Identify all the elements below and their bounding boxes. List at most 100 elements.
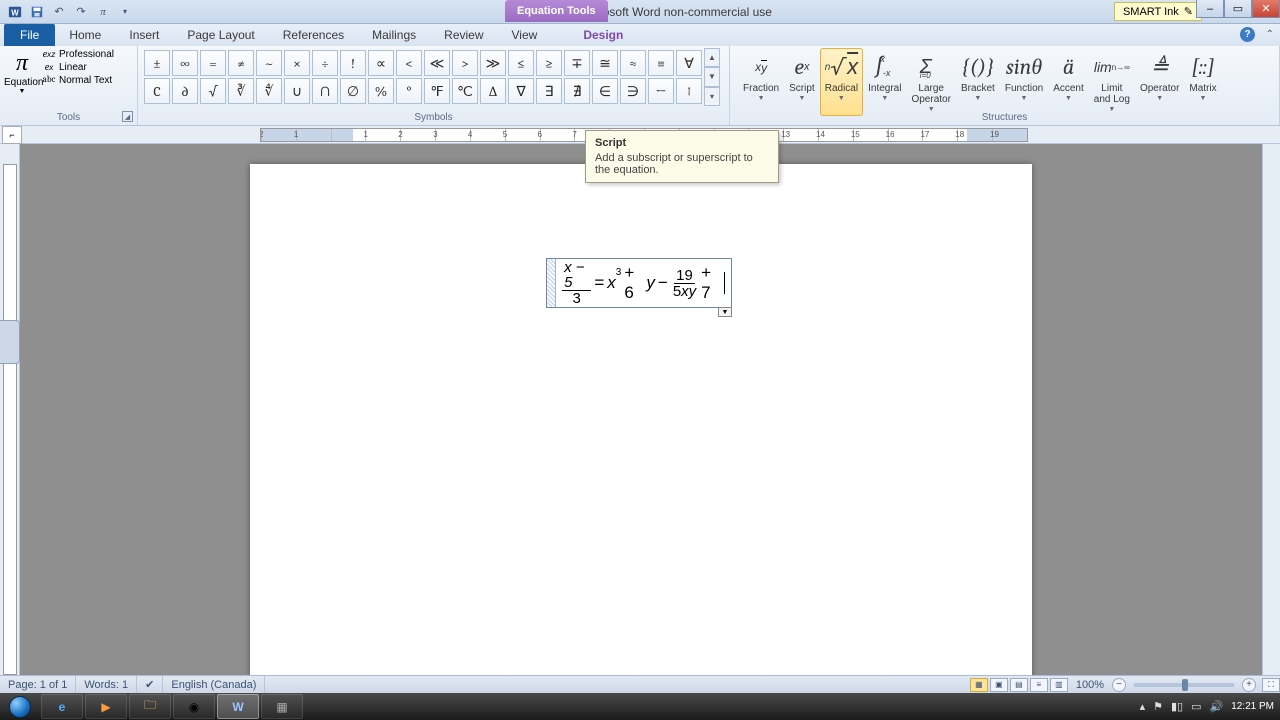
symbol-button[interactable]: ℉ — [424, 78, 450, 104]
symbol-button[interactable]: ∋ — [620, 78, 646, 104]
symbol-button[interactable]: < — [396, 50, 422, 76]
taskbar-smart[interactable]: ▦ — [261, 694, 303, 719]
vertical-scrollbar[interactable] — [1262, 144, 1280, 675]
symbol-button[interactable]: ∛ — [228, 78, 254, 104]
symbol-button[interactable]: ∪ — [284, 78, 310, 104]
symbol-button[interactable]: ∜ — [256, 78, 282, 104]
qat-more-icon[interactable]: ▾ — [116, 3, 134, 21]
symbol-button[interactable]: ÷ — [312, 50, 338, 76]
tab-references[interactable]: References — [269, 24, 358, 46]
normal-text-button[interactable]: abcNormal Text — [42, 74, 114, 86]
view-print-layout[interactable]: ▦ — [970, 678, 988, 692]
tab-page-layout[interactable]: Page Layout — [173, 24, 268, 46]
symbol-button[interactable]: ≫ — [480, 50, 506, 76]
symbols-more-icon[interactable]: ▾ — [704, 87, 720, 106]
taskbar-explorer[interactable]: 🗀 — [129, 694, 171, 719]
tray-sound-icon[interactable]: 🔊 — [1209, 700, 1223, 713]
vertical-ruler[interactable] — [0, 144, 20, 675]
zoom-in-button[interactable]: + — [1242, 678, 1256, 692]
symbol-button[interactable]: ∀ — [676, 50, 702, 76]
symbol-button[interactable]: ± — [144, 50, 170, 76]
symbol-button[interactable]: ≠ — [228, 50, 254, 76]
symbol-button[interactable]: ∇ — [508, 78, 534, 104]
equation-qat-icon[interactable]: π — [94, 3, 112, 21]
equation-menu-button[interactable]: ▼ — [718, 307, 732, 317]
undo-icon[interactable]: ↶ — [50, 3, 68, 21]
symbol-button[interactable]: ← — [648, 78, 674, 104]
structure-script[interactable]: exScript▼ — [784, 48, 820, 116]
status-page[interactable]: Page: 1 of 1 — [0, 676, 76, 693]
symbol-button[interactable]: C — [144, 78, 170, 104]
taskbar-chrome[interactable]: ◉ — [173, 694, 215, 719]
symbol-button[interactable]: ≈ — [620, 50, 646, 76]
structure-bracket[interactable]: {()}Bracket▼ — [956, 48, 1000, 116]
zoom-level[interactable]: 100% — [1076, 679, 1104, 691]
taskbar-word[interactable]: W — [217, 694, 259, 719]
smart-ink-badge[interactable]: SMART Ink✎ — [1114, 2, 1202, 21]
symbol-button[interactable]: ! — [340, 50, 366, 76]
tools-launcher[interactable]: ◢ — [122, 111, 133, 122]
symbol-button[interactable]: ≪ — [424, 50, 450, 76]
symbol-button[interactable]: ∆ — [480, 78, 506, 104]
help-icon[interactable]: ? — [1240, 27, 1255, 42]
minimize-ribbon-icon[interactable]: ⌃ — [1266, 29, 1274, 40]
symbol-button[interactable]: ∄ — [564, 78, 590, 104]
structure-limit-and-log[interactable]: limn→∞Limitand Log▼ — [1089, 48, 1135, 116]
symbol-button[interactable]: × — [284, 50, 310, 76]
zoom-out-button[interactable]: − — [1112, 678, 1126, 692]
tab-selector[interactable]: ⌐ — [2, 126, 22, 144]
symbol-button[interactable]: ℃ — [452, 78, 478, 104]
zoom-slider[interactable] — [1134, 683, 1234, 687]
structure-large-operator[interactable]: Σi=0LargeOperator▼ — [906, 48, 955, 116]
tab-review[interactable]: Review — [430, 24, 497, 46]
status-words[interactable]: Words: 1 — [76, 676, 137, 693]
view-full-screen[interactable]: ▣ — [990, 678, 1008, 692]
symbol-button[interactable]: % — [368, 78, 394, 104]
structure-operator[interactable]: ≜Operator▼ — [1135, 48, 1184, 116]
view-draft[interactable]: ▥ — [1050, 678, 1068, 692]
tab-view[interactable]: View — [498, 24, 552, 46]
close-button[interactable]: ✕ — [1252, 0, 1280, 18]
symbol-button[interactable]: ∞ — [172, 50, 198, 76]
symbol-button[interactable]: ≥ — [536, 50, 562, 76]
equation-container[interactable]: x − 53 = x3 + 6y − 195xy + 7 ▼ — [546, 258, 732, 308]
structure-integral[interactable]: ∫-xxIntegral▼ — [863, 48, 906, 116]
linear-button[interactable]: exLinear — [42, 61, 114, 73]
symbol-button[interactable]: ∝ — [368, 50, 394, 76]
tray-network-icon[interactable]: ▮▯ — [1171, 700, 1183, 713]
tab-mailings[interactable]: Mailings — [358, 24, 430, 46]
tray-battery-icon[interactable]: ▭ — [1191, 700, 1201, 713]
maximize-button[interactable]: ▭ — [1224, 0, 1252, 18]
structure-accent[interactable]: äAccent▼ — [1048, 48, 1089, 116]
tab-home[interactable]: Home — [55, 24, 115, 46]
tray-clock[interactable]: 12:21 PM — [1231, 701, 1274, 712]
structure-matrix[interactable]: [::]Matrix▼ — [1184, 48, 1221, 116]
symbol-button[interactable]: ∂ — [172, 78, 198, 104]
symbol-button[interactable]: > — [452, 50, 478, 76]
symbol-button[interactable]: ° — [396, 78, 422, 104]
view-web-layout[interactable]: ▤ — [1010, 678, 1028, 692]
structure-radical[interactable]: n√xRadical▼ — [820, 48, 863, 116]
symbol-button[interactable]: ∓ — [564, 50, 590, 76]
symbol-button[interactable]: ≤ — [508, 50, 534, 76]
view-outline[interactable]: ≡ — [1030, 678, 1048, 692]
tab-design[interactable]: Design — [569, 24, 637, 46]
fit-button[interactable]: ⛶ — [1262, 678, 1280, 692]
start-button[interactable] — [0, 693, 40, 720]
status-language[interactable]: English (Canada) — [163, 676, 265, 693]
symbol-button[interactable]: ↑ — [676, 78, 702, 104]
symbols-up-icon[interactable]: ▲ — [704, 48, 720, 67]
equation-grip[interactable] — [547, 259, 556, 307]
redo-icon[interactable]: ↷ — [72, 3, 90, 21]
symbol-button[interactable]: ∩ — [312, 78, 338, 104]
equation-content[interactable]: x − 53 = x3 + 6y − 195xy + 7 — [556, 260, 731, 306]
status-proof[interactable]: ✔ — [137, 676, 163, 693]
structure-fraction[interactable]: xyFraction▼ — [738, 48, 784, 116]
symbol-button[interactable]: ≡ — [648, 50, 674, 76]
symbol-button[interactable]: ∈ — [592, 78, 618, 104]
symbol-button[interactable]: = — [200, 50, 226, 76]
structure-function[interactable]: sinθFunction▼ — [1000, 48, 1048, 116]
symbol-button[interactable]: √ — [200, 78, 226, 104]
tray-up-icon[interactable]: ▴ — [1140, 700, 1146, 713]
tray-flag-icon[interactable]: ⚑ — [1153, 700, 1163, 713]
